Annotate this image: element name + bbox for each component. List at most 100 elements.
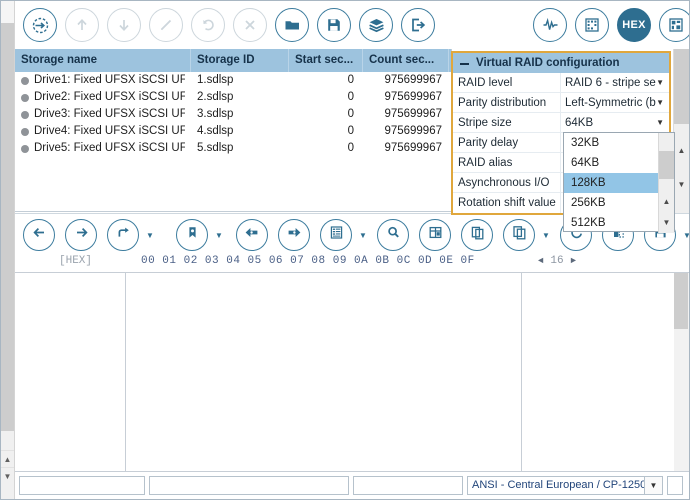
prev-marker-button[interactable]	[236, 219, 268, 251]
status-field-2[interactable]	[149, 476, 349, 495]
chevron-down-icon[interactable]: ▼	[656, 73, 664, 92]
cell-storage-id: 5.sdlsp	[197, 142, 234, 154]
collapse-minus-icon[interactable]	[460, 59, 469, 68]
next-marker-button[interactable]	[278, 219, 310, 251]
status-field-3[interactable]	[353, 476, 463, 495]
dropdown-scrollbar-thumb[interactable]	[659, 151, 674, 179]
stripe-size-label: Stripe size	[453, 113, 561, 132]
column-header-start-sector[interactable]: Start sec...	[289, 49, 363, 72]
outer-vertical-scrollbar[interactable]: ▲ ▼	[1, 1, 15, 499]
dropdown-scrollbar[interactable]: ▲ ▼	[658, 133, 674, 233]
encoding-selector[interactable]: ANSI - Central European / CP-1250 ▼	[467, 476, 663, 495]
layers-button[interactable]	[359, 8, 393, 42]
table-row[interactable]: Drive1: Fixed UFSX iSCSI UFS... 1.sdlsp …	[15, 72, 451, 89]
table-row[interactable]: Drive5: Fixed UFSX iSCSI UFS... 5.sdlsp …	[15, 140, 451, 157]
scan-storage-button[interactable]	[23, 8, 57, 42]
cell-storage-name: Drive3: Fixed UFSX iSCSI UFS...	[15, 106, 191, 123]
scrollbar-track-top	[1, 1, 14, 23]
pager-prev-icon[interactable]: ◄	[538, 256, 543, 266]
list-lines-icon	[329, 225, 344, 245]
raid-row-stripe-size[interactable]: Stripe size 64KB ▼	[453, 113, 669, 133]
pencil-icon	[158, 17, 174, 33]
arrow-down-icon	[116, 17, 132, 33]
parity-distribution-label: Parity distribution	[453, 93, 561, 112]
hex-editor-body[interactable]	[15, 273, 689, 473]
export-button[interactable]	[401, 8, 435, 42]
undo-button[interactable]	[191, 8, 225, 42]
copy-button[interactable]	[503, 219, 535, 251]
column-header-count-sector[interactable]: Count sec...	[363, 49, 449, 72]
save-view-dropdown-caret[interactable]: ▼	[682, 231, 689, 241]
block-view-button[interactable]	[659, 8, 689, 42]
list-view-dropdown-caret[interactable]: ▼	[358, 231, 368, 241]
pattern-view-button[interactable]	[575, 8, 609, 42]
table-row[interactable]: Drive2: Fixed UFSX iSCSI UFS... 2.sdlsp …	[15, 89, 451, 106]
drive-status-dot	[21, 144, 29, 153]
save-button[interactable]	[317, 8, 351, 42]
close-x-icon	[242, 17, 258, 33]
move-up-button[interactable]	[65, 8, 99, 42]
panel-scrollbar-down-button[interactable]: ▼	[674, 175, 689, 193]
hex-scrollbar-thumb[interactable]	[674, 273, 688, 329]
signal-view-button[interactable]	[533, 8, 567, 42]
panel-vertical-scrollbar[interactable]: ▲ ▼	[673, 49, 689, 215]
table-row[interactable]: Drive4: Fixed UFSX iSCSI UFS... 4.sdlsp …	[15, 123, 451, 140]
drive-status-dot	[21, 93, 29, 102]
copy-dropdown-caret[interactable]: ▼	[541, 231, 551, 241]
hex-view-button[interactable]: HEX	[617, 8, 651, 42]
bookmark-button[interactable]	[176, 219, 208, 251]
stripe-size-option-32kb[interactable]: 32KB	[564, 133, 659, 153]
open-button[interactable]	[275, 8, 309, 42]
list-view-button[interactable]	[320, 219, 352, 251]
dropdown-scroll-down-button[interactable]: ▼	[659, 214, 674, 231]
goto-button[interactable]	[107, 219, 139, 251]
panel-scrollbar-thumb[interactable]	[674, 49, 689, 124]
chevron-down-icon[interactable]: ▼	[656, 113, 664, 132]
raid-row-raid-level[interactable]: RAID level RAID 6 - stripe se ▼	[453, 73, 669, 93]
chevron-down-icon[interactable]: ▼	[656, 93, 664, 112]
arrow-right-icon	[74, 225, 89, 245]
encoding-value: ANSI - Central European / CP-1250	[472, 479, 647, 491]
stripe-size-option-128kb[interactable]: 128KB	[564, 173, 659, 193]
hex-mode-label: [HEX]	[59, 255, 93, 267]
pager-next-icon[interactable]: ►	[571, 256, 576, 266]
cell-storage-id: 4.sdlsp	[197, 125, 234, 137]
table-grid-icon	[428, 225, 443, 245]
hex-column-header: [HEX] 00 01 02 03 04 05 06 07 08 09 0A 0…	[15, 253, 689, 273]
move-down-button[interactable]	[107, 8, 141, 42]
nav-forward-button[interactable]	[65, 219, 97, 251]
chevron-down-icon[interactable]: ▼	[644, 477, 662, 494]
status-bar: ANSI - Central European / CP-1250 ▼	[15, 471, 689, 499]
bookmark-dropdown-caret[interactable]: ▼	[214, 231, 224, 241]
status-field-end[interactable]	[667, 476, 683, 495]
goto-dropdown-caret[interactable]: ▼	[145, 231, 155, 241]
raid-panel-header[interactable]: Virtual RAID configuration	[453, 53, 669, 73]
table-view-button[interactable]	[419, 219, 451, 251]
cell-storage-id: 3.sdlsp	[197, 108, 234, 120]
dropdown-scroll-up-button[interactable]: ▲	[659, 193, 674, 210]
edit-button[interactable]	[149, 8, 183, 42]
find-button[interactable]	[377, 219, 409, 251]
scrollbar-thumb[interactable]	[1, 23, 14, 431]
compare-button[interactable]	[461, 219, 493, 251]
nav-back-button[interactable]	[23, 219, 55, 251]
parity-delay-label: Parity delay	[453, 133, 561, 152]
column-header-storage-name[interactable]: Storage name	[15, 49, 191, 72]
raid-row-parity-distribution[interactable]: Parity distribution Left-Symmetric (b ▼	[453, 93, 669, 113]
stripe-size-option-256kb[interactable]: 256KB	[564, 193, 659, 213]
scrollbar-up-button[interactable]: ▲	[1, 450, 14, 467]
column-header-storage-id[interactable]: Storage ID	[191, 49, 289, 72]
status-field-1[interactable]	[19, 476, 145, 495]
stripe-size-option-512kb[interactable]: 512KB	[564, 213, 659, 233]
remove-button[interactable]	[233, 8, 267, 42]
table-row[interactable]: Drive3: Fixed UFSX iSCSI UFS... 3.sdlsp …	[15, 106, 451, 123]
parity-distribution-value[interactable]: Left-Symmetric (b ▼	[561, 93, 669, 112]
stripe-size-option-64kb[interactable]: 64KB	[564, 153, 659, 173]
scrollbar-down-button[interactable]: ▼	[1, 467, 14, 484]
raid-level-value[interactable]: RAID 6 - stripe se ▼	[561, 73, 669, 92]
panel-scrollbar-up-button[interactable]: ▲	[674, 141, 689, 159]
hex-vertical-scrollbar[interactable]	[674, 273, 689, 473]
stripe-size-dropdown-popup[interactable]: 32KB 64KB 128KB 256KB 512KB ▲ ▼	[563, 132, 675, 233]
arrow-right-marker-icon	[286, 225, 302, 245]
stripe-size-value[interactable]: 64KB ▼	[561, 113, 669, 132]
